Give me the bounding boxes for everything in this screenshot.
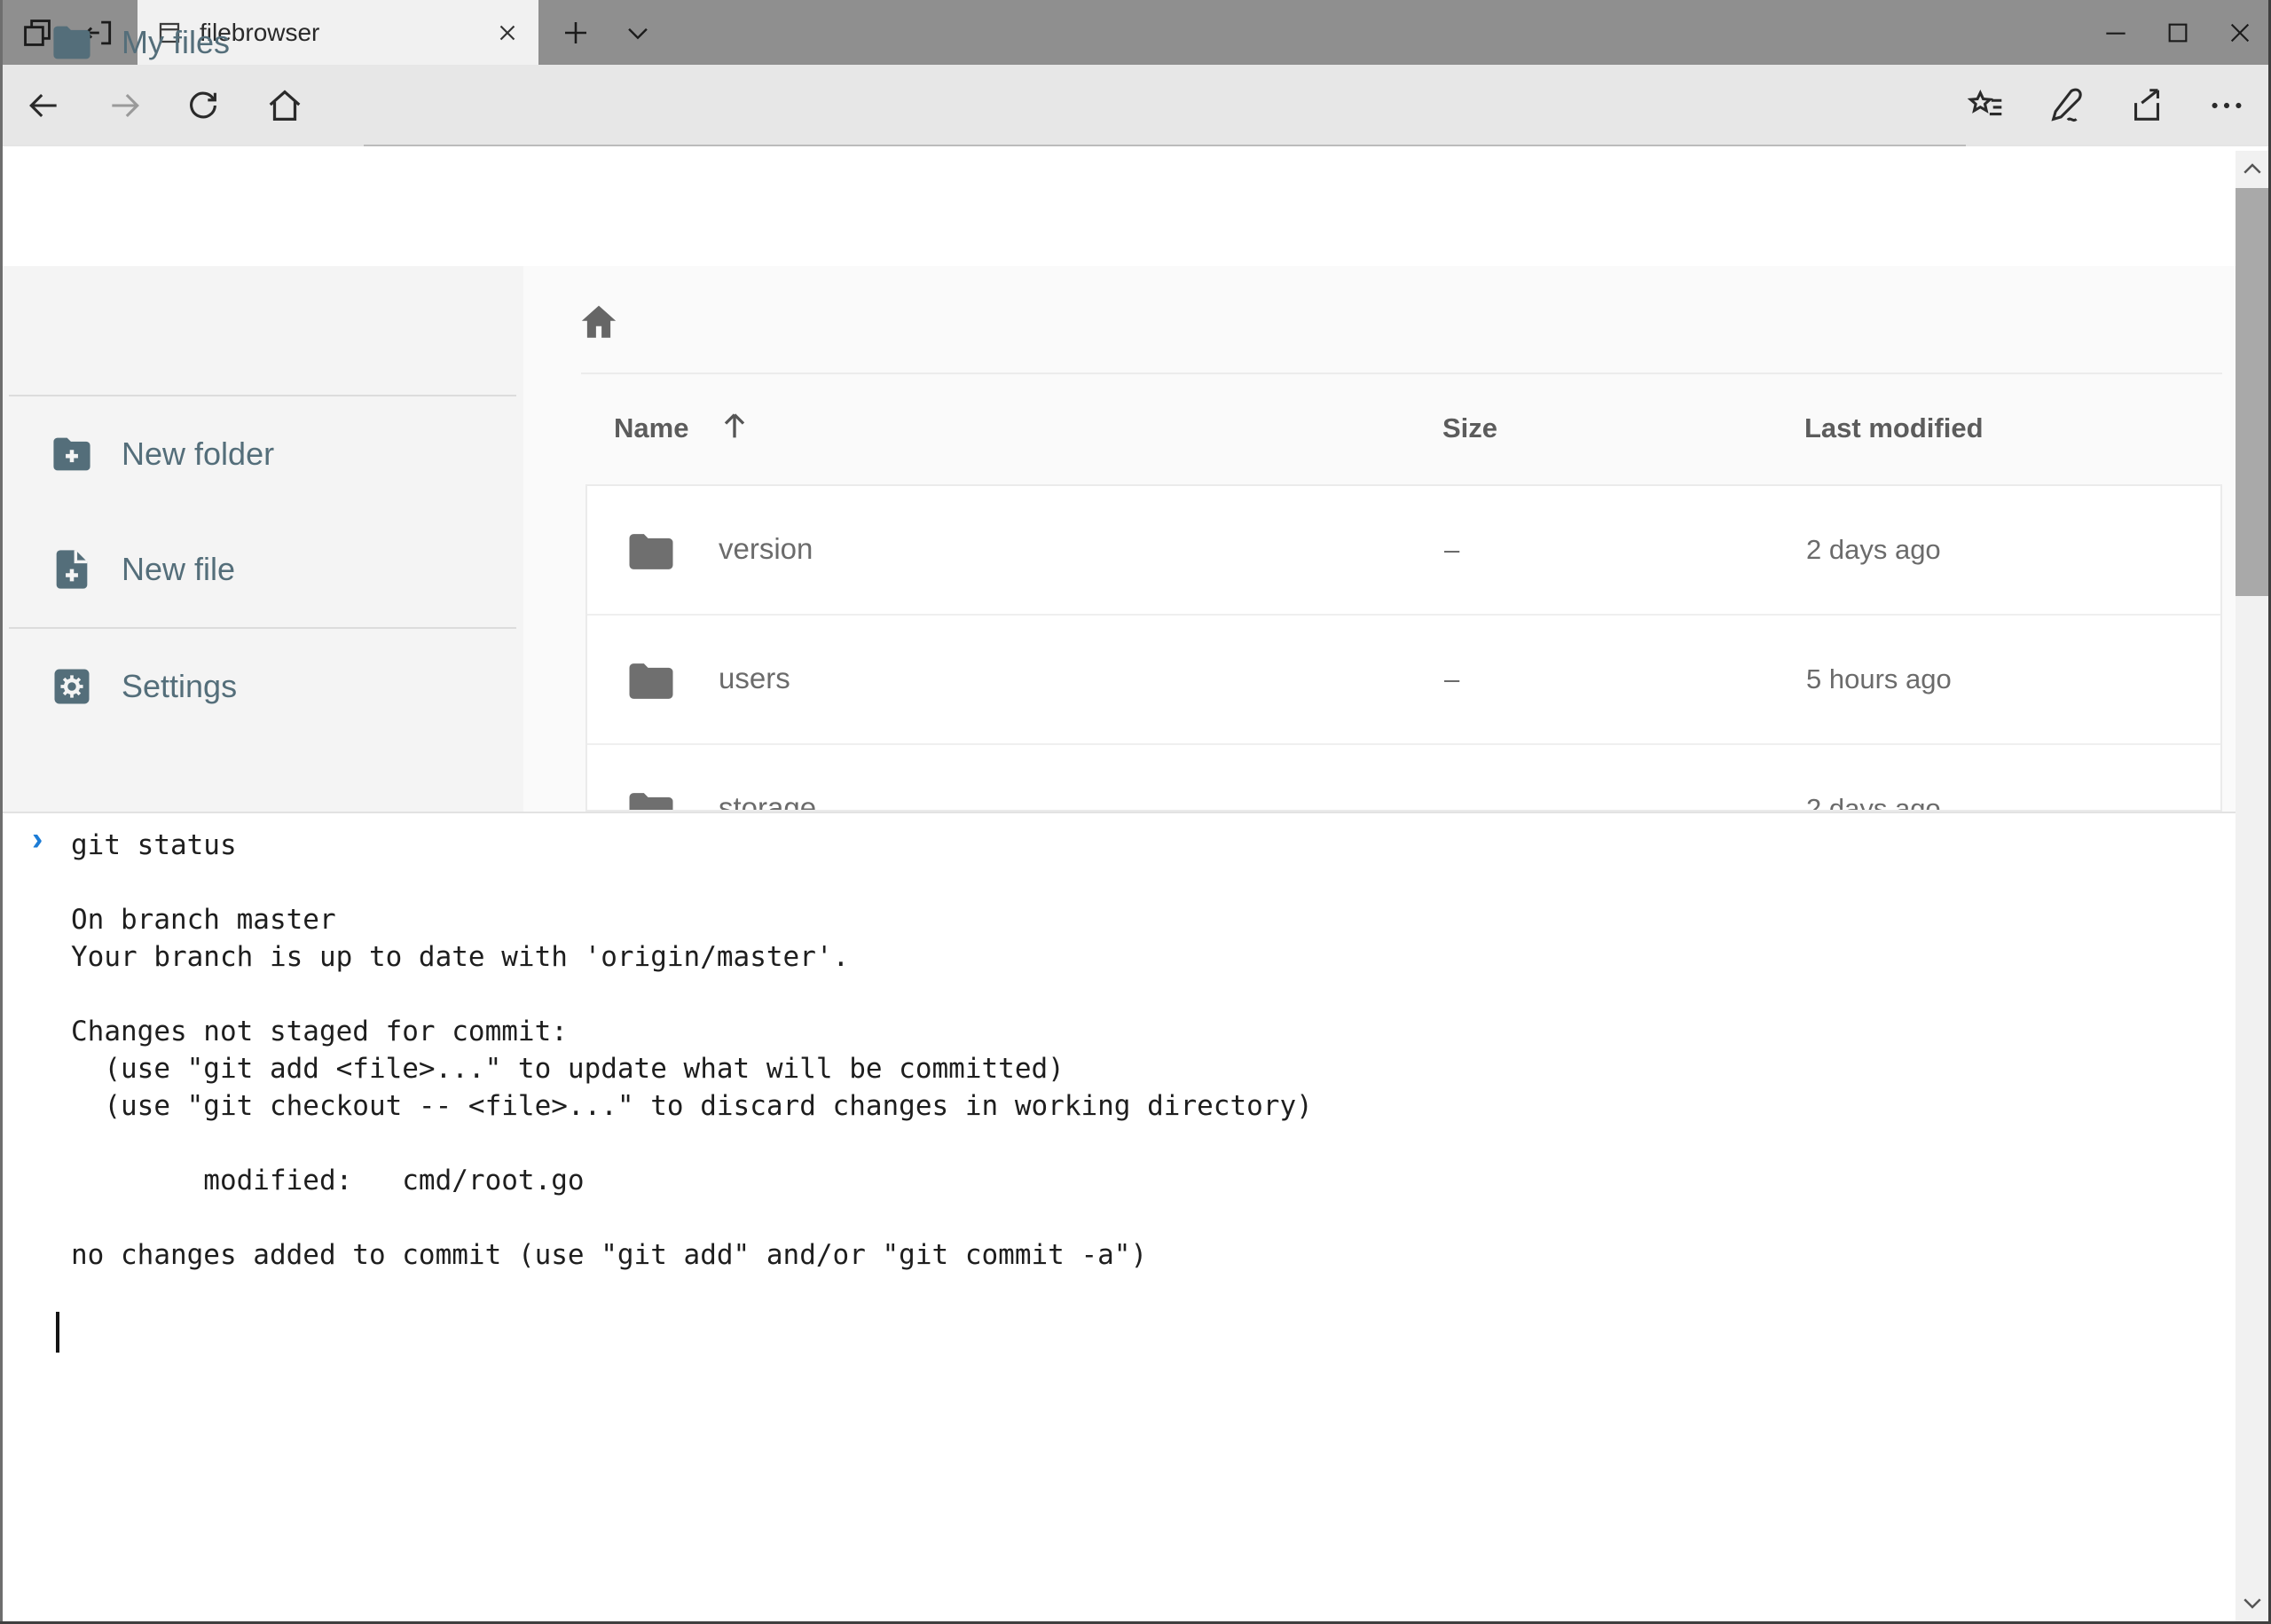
annotate-pen-icon[interactable] [2039,65,2095,146]
more-menu-icon[interactable] [2198,65,2255,146]
file-row-version[interactable]: version – 2 days ago [587,486,2220,616]
terminal-panel[interactable]: › git status On branch master Your branc… [0,812,2268,1621]
column-header-size[interactable]: Size [1442,412,1497,444]
breadcrumb-divider [581,373,2222,374]
terminal-cursor [56,1312,59,1353]
terminal-command: git status [71,827,237,864]
sort-ascending-icon[interactable] [717,408,752,443]
sidebar-item-label: My files [122,24,230,61]
column-header-name[interactable]: Name [614,412,688,444]
window-controls [2085,0,2271,65]
terminal-output: On branch master Your branch is up to da… [71,864,1313,1274]
file-plus-icon [49,546,95,592]
sidebar-item-my-files[interactable]: My files [0,0,523,85]
terminal-prompt-chevron: › [32,820,43,858]
sidebar-divider [9,627,516,629]
sidebar: My files New folder New file Settings [0,266,523,812]
sidebar-item-settings[interactable]: Settings [0,644,523,729]
sidebar-item-label: New file [122,551,235,588]
file-modified: 2 days ago [1806,534,1941,566]
page-scrollbar[interactable] [2236,151,2268,1621]
maximize-button[interactable] [2147,0,2209,65]
share-icon[interactable] [2118,65,2175,146]
file-size: – [1444,793,1459,812]
folder-icon [626,789,676,812]
folder-plus-icon [49,431,95,477]
minimize-button[interactable] [2085,0,2147,65]
file-size: – [1444,663,1459,695]
scroll-down-icon[interactable] [2236,1584,2268,1621]
close-window-button[interactable] [2209,0,2271,65]
sidebar-divider [9,395,516,396]
new-tab-button[interactable] [552,0,600,65]
hub-favorites-icon[interactable] [1959,65,2016,146]
listing-card: version – 2 days ago users – 5 hours ago… [585,484,2222,812]
folder-icon [626,530,676,573]
scrollbar-thumb[interactable] [2236,188,2268,596]
file-name: users [719,662,790,695]
file-row-storage[interactable]: storage – 2 days ago [587,745,2220,812]
file-listing: Name Size Last modified version – 2 days… [523,266,2236,812]
tab-preview-chevron-icon[interactable] [614,0,662,65]
sidebar-item-label: New folder [122,435,274,473]
column-header-modified[interactable]: Last modified [1804,412,1984,444]
window-border-left [0,0,3,1624]
folder-icon [626,660,676,702]
folder-icon [49,20,95,66]
file-size: – [1444,534,1459,566]
scroll-up-icon[interactable] [2236,151,2268,188]
breadcrumb-home-icon[interactable] [577,300,621,344]
filebrowser-header [0,146,2268,266]
file-modified: 5 hours ago [1806,663,1952,695]
gear-icon [49,663,95,710]
file-row-users[interactable]: users – 5 hours ago [587,616,2220,745]
sidebar-item-new-folder[interactable]: New folder [0,412,523,497]
sidebar-item-label: Settings [122,668,237,705]
file-name: version [719,532,813,566]
sidebar-item-new-file[interactable]: New file [0,527,523,612]
file-modified: 2 days ago [1806,793,1941,812]
file-name: storage [719,791,816,812]
